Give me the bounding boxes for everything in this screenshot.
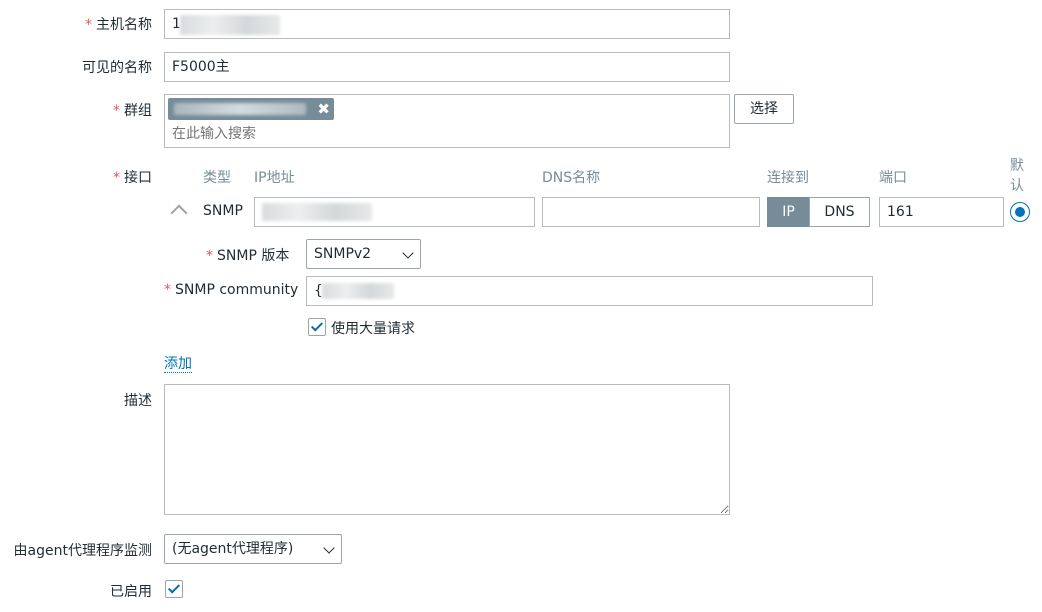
connect-dns-button[interactable]: DNS xyxy=(809,197,870,227)
hostname-label: * 主机名称 xyxy=(85,17,152,33)
redacted-ip xyxy=(262,203,372,221)
interface-port-input[interactable]: 161 xyxy=(879,197,1004,227)
col-header-ip: IP地址 xyxy=(254,170,295,186)
enabled-label: 已启用 xyxy=(110,584,152,600)
check-icon xyxy=(310,319,324,332)
redacted-hostname xyxy=(180,15,280,35)
check-icon xyxy=(167,581,181,594)
interface-dns-input[interactable] xyxy=(542,197,760,227)
proxy-select[interactable]: (无agent代理程序) xyxy=(164,534,342,564)
visible-name-label: 可见的名称 xyxy=(82,60,152,76)
redacted-community xyxy=(322,283,394,299)
radio-dot-icon xyxy=(1015,207,1025,217)
interface-type: SNMP xyxy=(203,203,243,219)
group-tag: ✖ xyxy=(168,98,334,120)
col-header-default: 默认 xyxy=(1010,158,1024,194)
description-textarea[interactable] xyxy=(164,384,730,515)
snmp-community-label: * SNMP community xyxy=(164,282,299,298)
proxy-label: 由agent代理程序监测 xyxy=(13,543,152,559)
col-header-type: 类型 xyxy=(203,170,231,186)
chevron-down-icon xyxy=(402,247,414,259)
remove-tag-icon[interactable]: ✖ xyxy=(317,98,330,120)
snmp-version-label: * SNMP 版本 xyxy=(206,248,290,264)
groups-multiselect[interactable]: ✖ xyxy=(164,94,730,148)
add-interface-link[interactable]: 添加 xyxy=(164,353,192,373)
groups-label: * 群组 xyxy=(113,103,152,119)
connect-ip-button[interactable]: IP xyxy=(767,197,810,227)
chevron-down-icon xyxy=(323,542,335,554)
visible-name-input[interactable]: F5000主 xyxy=(164,52,730,82)
enabled-checkbox[interactable] xyxy=(165,580,183,598)
select-groups-button[interactable]: 选择 xyxy=(734,94,794,124)
snmp-version-select[interactable]: SNMPv2 xyxy=(306,239,421,269)
collapse-chevron-icon[interactable] xyxy=(170,204,188,222)
groups-search-input[interactable] xyxy=(168,123,468,145)
col-header-dns: DNS名称 xyxy=(542,170,601,186)
default-interface-radio[interactable] xyxy=(1010,202,1030,222)
bulk-requests-checkbox[interactable] xyxy=(308,318,326,336)
bulk-requests-label: 使用大量请求 xyxy=(331,321,415,337)
redacted-group-name xyxy=(174,103,306,115)
col-header-connect-to: 连接到 xyxy=(767,170,809,186)
interfaces-label: * 接口 xyxy=(113,170,152,186)
col-header-port: 端口 xyxy=(879,170,907,186)
description-label: 描述 xyxy=(124,393,152,409)
